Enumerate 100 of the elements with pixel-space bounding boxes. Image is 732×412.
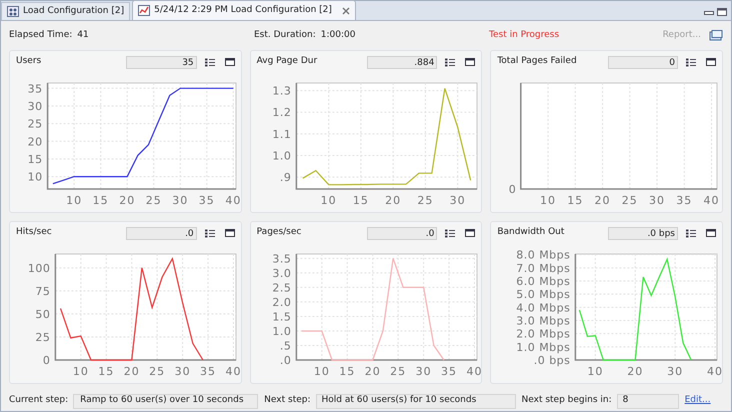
y-tick-label: 50: [35, 308, 50, 321]
y-tick-label: 2.0: [272, 296, 292, 309]
legend-icon[interactable]: [445, 228, 456, 238]
maximize-icon[interactable]: [465, 229, 476, 237]
value-field: 35: [126, 56, 197, 68]
y-tick-label: 2.5: [272, 281, 292, 294]
x-tick-label: 35: [676, 194, 693, 207]
status-text: Test in Progress: [489, 29, 560, 42]
y-tick-label: 6.0 Mbps: [516, 275, 571, 288]
x-tick-label: 35: [198, 194, 215, 207]
y-tick-label: 3.5: [272, 252, 292, 266]
maximize-icon[interactable]: [224, 58, 235, 66]
panel-title: Total Pages Failed: [497, 55, 578, 68]
duration-value: 1:00:00: [320, 29, 356, 42]
x-tick-label: 40: [225, 365, 242, 378]
x-tick-label: 10: [72, 365, 89, 378]
y-tick-label: 0: [509, 183, 516, 196]
y-tick-label: 100: [28, 262, 50, 275]
network-icon: [7, 6, 19, 17]
x-tick-label: 35: [200, 365, 216, 378]
x-tick-label: 15: [338, 365, 355, 378]
x-tick-label: 10: [540, 194, 556, 207]
value-field: .0: [366, 226, 438, 240]
x-tick-label: 20: [628, 365, 644, 378]
x-tick-label: 10: [314, 365, 330, 378]
x-tick-label: 25: [149, 365, 166, 378]
x-tick-label: 40: [466, 365, 482, 378]
y-tick-label: 1.5: [272, 310, 292, 324]
report-icon[interactable]: [709, 30, 723, 42]
duration-label: Est. Duration:: [254, 29, 316, 42]
x-tick-label: 25: [417, 194, 434, 207]
x-tick-label: 10: [320, 194, 336, 207]
elapsed-label: Elapsed Time:: [9, 29, 72, 42]
maximize-icon[interactable]: [706, 229, 716, 237]
x-tick-label: 15: [352, 194, 369, 207]
panel-title: Pages/sec: [256, 226, 302, 240]
y-tick-label: 20: [28, 135, 43, 148]
maximize-icon[interactable]: [706, 58, 716, 66]
y-tick-label: 10: [28, 170, 43, 184]
x-tick-label: 40: [225, 194, 242, 207]
y-tick-label: 1.0: [272, 149, 292, 162]
x-tick-label: 30: [174, 365, 191, 378]
maximize-icon[interactable]: [717, 8, 727, 16]
x-tick-label: 20: [364, 365, 380, 378]
y-tick-label: 7.0 Mbps: [516, 262, 571, 275]
x-tick-label: 10: [588, 365, 604, 378]
y-tick-label: 15: [28, 152, 43, 166]
tab[interactable]: 5/24/12 2:29 PM Load Configuration [2]: [132, 0, 356, 20]
y-tick-label: 25: [35, 330, 50, 344]
maximize-icon[interactable]: [465, 58, 476, 66]
value-field: .884: [366, 56, 438, 68]
x-tick-label: 20: [594, 194, 611, 207]
close-icon[interactable]: [342, 6, 350, 14]
y-tick-label: 35: [28, 82, 43, 96]
legend-icon[interactable]: [204, 228, 215, 238]
value-field: 0: [608, 56, 678, 68]
y-tick-label: 1.1: [272, 128, 292, 141]
y-tick-label: .5: [280, 339, 292, 352]
x-tick-label: 15: [92, 194, 109, 207]
panel-title: Users: [16, 55, 42, 68]
next-step-label: Next step:: [264, 394, 310, 408]
x-tick-label: 25: [622, 194, 638, 207]
legend-icon[interactable]: [445, 58, 456, 66]
value-field: .0 bps: [608, 226, 678, 240]
y-tick-label: 1.0 Mbps: [516, 340, 571, 354]
maximize-icon[interactable]: [224, 229, 235, 237]
minimize-icon[interactable]: [704, 8, 714, 16]
x-tick-label: 15: [568, 194, 584, 207]
y-tick-label: 1.0: [272, 324, 292, 338]
tab[interactable]: Load Configuration [2]: [1, 2, 130, 20]
x-tick-label: 20: [384, 194, 401, 207]
next-step-field: Hold at 60 users(s) for 10 seconds: [316, 394, 516, 408]
y-tick-label: 0: [42, 354, 50, 367]
value-field: .0: [126, 226, 197, 240]
x-tick-label: 20: [119, 194, 136, 207]
y-tick-label: 30: [28, 100, 43, 113]
x-tick-label: 40: [704, 194, 720, 207]
edit-link[interactable]: Edit...: [684, 394, 711, 408]
x-tick-label: 15: [98, 365, 114, 378]
next-step-begins-label: Next step begins in:: [522, 394, 612, 408]
legend-icon[interactable]: [204, 58, 215, 66]
x-tick-label: 25: [146, 194, 162, 207]
y-tick-label: .0 bps: [534, 354, 571, 367]
x-tick-label: 40: [707, 365, 724, 378]
x-tick-label: 30: [449, 194, 466, 207]
x-tick-label: 35: [440, 365, 457, 378]
current-step-label: Current step:: [9, 394, 68, 408]
x-tick-label: 30: [415, 365, 432, 378]
panel-title: Bandwidth Out: [497, 226, 566, 240]
y-tick-label: 4.0 Mbps: [516, 301, 571, 314]
x-tick-label: 20: [124, 365, 140, 378]
y-tick-label: 1.2: [272, 106, 292, 120]
legend-icon[interactable]: [686, 228, 696, 238]
current-step-field: Ramp to 60 user(s) over 10 seconds: [73, 394, 258, 408]
next-step-begins-field: 8: [616, 394, 679, 408]
y-tick-label: 75: [35, 284, 50, 298]
y-tick-label: 3.0: [272, 266, 292, 280]
legend-icon[interactable]: [686, 58, 696, 66]
x-tick-label: 10: [66, 194, 82, 207]
x-tick-label: 30: [172, 194, 188, 207]
